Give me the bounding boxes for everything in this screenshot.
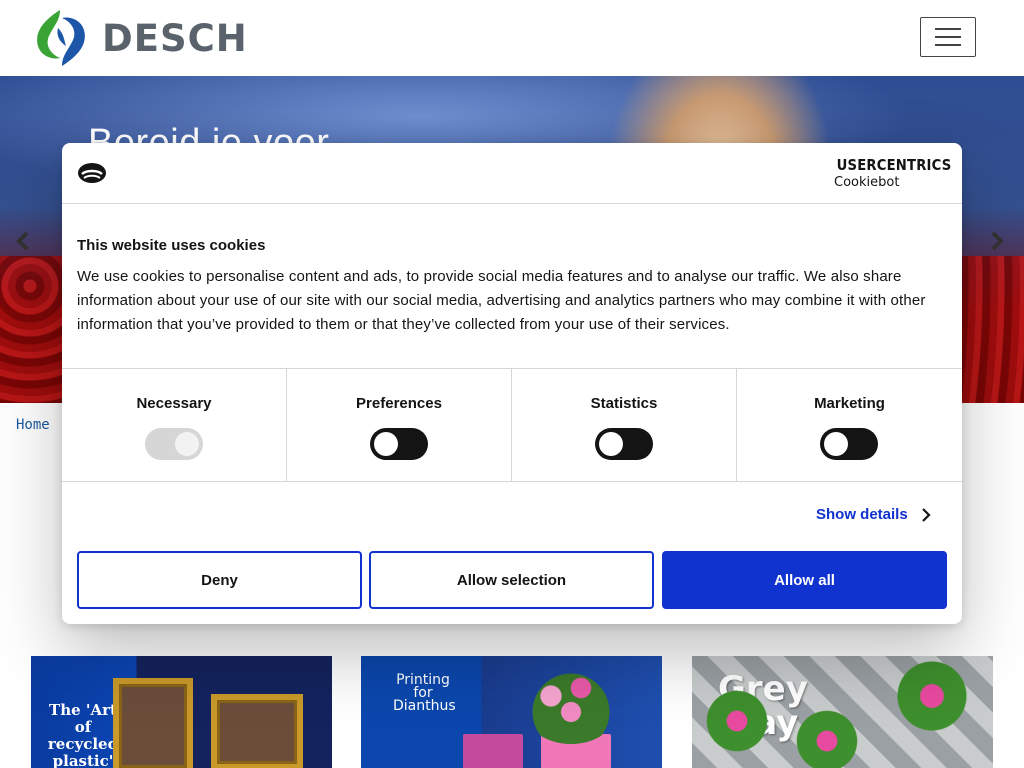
plant-image	[792, 706, 862, 768]
cookie-consent-dialog: USERCENTRICS Cookiebot This website uses…	[62, 143, 962, 624]
plant-image	[892, 656, 972, 736]
flower-image	[521, 664, 621, 744]
toggle-knob	[824, 432, 848, 456]
framed-picture	[211, 694, 303, 768]
page: DESCH Bereid je voor Home The 'Art of re…	[0, 0, 1024, 768]
cookiebot-logo-icon	[78, 163, 106, 183]
category-label: Marketing	[814, 395, 885, 412]
dialog-title: This website uses cookies	[77, 237, 266, 254]
tile-grey-tray[interactable]: Grey Tray	[692, 656, 993, 768]
brand-line1: USERCENTRICS	[836, 156, 952, 174]
brand-line2: Cookiebot	[834, 175, 900, 190]
desch-logo-icon	[37, 10, 85, 66]
slider-prev-arrow-icon[interactable]	[8, 226, 38, 256]
usercentrics-brand[interactable]: USERCENTRICS Cookiebot	[834, 156, 952, 190]
allow-selection-button[interactable]: Allow selection	[369, 551, 654, 609]
allow-all-button[interactable]: Allow all	[662, 551, 947, 609]
desch-logo[interactable]: DESCH	[30, 6, 248, 70]
statistics-toggle[interactable]	[595, 428, 653, 460]
tile-title: Printing for Dianthus	[393, 672, 456, 714]
deny-button[interactable]: Deny	[77, 551, 362, 609]
site-header: DESCH	[0, 0, 1024, 76]
category-label: Statistics	[590, 395, 658, 412]
hamburger-line	[935, 36, 961, 38]
show-details-link[interactable]: Show details	[816, 506, 934, 523]
tile-printing-for-dianthus[interactable]: Printing for Dianthus	[361, 656, 662, 768]
plant-image	[702, 686, 772, 756]
hamburger-line	[935, 28, 961, 30]
toggle-knob	[175, 432, 199, 456]
tile-title: The 'Art of recycled plastic'	[47, 701, 119, 768]
category-statistics: Statistics	[512, 369, 737, 481]
logo-text: DESCH	[102, 16, 248, 60]
breadcrumb-home-link[interactable]: Home	[16, 417, 50, 433]
menu-toggle-button[interactable]	[920, 17, 976, 57]
consent-categories: Necessary Preferences Statistics Marketi…	[62, 368, 962, 482]
toggle-knob	[374, 432, 398, 456]
toggle-knob	[599, 432, 623, 456]
dialog-header: USERCENTRICS Cookiebot	[62, 143, 962, 204]
framed-picture	[113, 678, 193, 768]
category-marketing: Marketing	[737, 369, 962, 481]
usercentrics-wordmark: USERCENTRICS	[834, 156, 952, 174]
hamburger-line	[935, 44, 961, 46]
category-necessary: Necessary	[62, 369, 287, 481]
necessary-toggle	[145, 428, 203, 460]
category-preferences: Preferences	[287, 369, 512, 481]
dialog-body-text: We use cookies to personalise content an…	[77, 268, 926, 333]
marketing-toggle[interactable]	[820, 428, 878, 460]
tile-art-of-recycled-plastic[interactable]: The 'Art of recycled plastic'	[31, 656, 332, 768]
pot-image	[463, 734, 523, 768]
preferences-toggle[interactable]	[370, 428, 428, 460]
chevron-right-icon	[921, 507, 931, 522]
show-details-label: Show details	[816, 506, 908, 523]
category-label: Necessary	[136, 395, 212, 412]
category-label: Preferences	[356, 395, 442, 412]
slider-next-arrow-icon[interactable]	[982, 226, 1012, 256]
